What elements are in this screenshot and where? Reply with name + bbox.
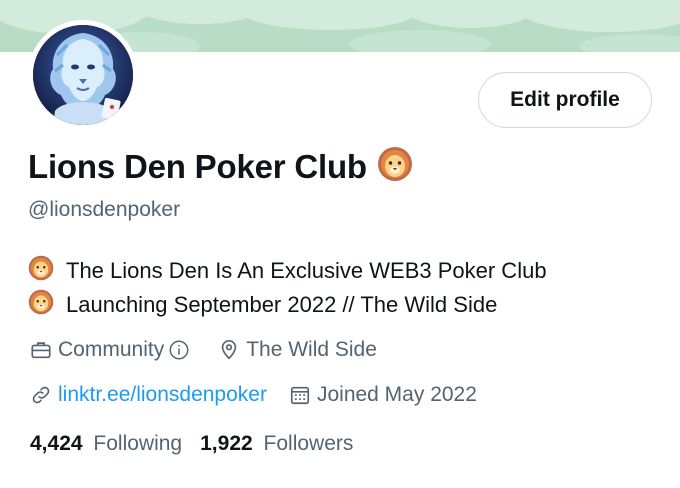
category-label: Community (58, 338, 165, 361)
bio-text: The Lions Den Is An Exclusive WEB3 Poker… (66, 258, 547, 283)
edit-profile-button[interactable]: Edit profile (478, 72, 652, 128)
profile-name-row: Lions Den Poker Club (28, 146, 413, 187)
bio-line: Launching September 2022 // The Wild Sid… (28, 288, 547, 322)
profile-meta-row: Community The Wild Side (30, 338, 399, 362)
following-label: Following (93, 432, 183, 455)
profile-meta-row: linktr.ee/lionsdenpoker Joined May 2022 (30, 383, 499, 407)
followers-label: Followers (263, 432, 354, 455)
link-icon (32, 386, 50, 404)
profile-bio: The Lions Den Is An Exclusive WEB3 Poker… (28, 254, 547, 322)
bio-text: Launching September 2022 // The Wild Sid… (66, 292, 498, 317)
website-item: linktr.ee/lionsdenpoker (30, 383, 267, 407)
lion-face-icon (28, 255, 54, 287)
joined-label: Joined May 2022 (316, 383, 477, 406)
lion-face-icon (28, 289, 54, 321)
avatar[interactable] (33, 25, 133, 125)
lion-face-icon (377, 146, 413, 187)
followers-link[interactable]: 1,922 Followers (200, 432, 353, 456)
profile-handle: @lionsdenpoker (28, 198, 181, 221)
display-name: Lions Den Poker Club (28, 147, 367, 185)
following-link[interactable]: 4,424 Following (30, 432, 182, 456)
lion-avatar-image (33, 25, 133, 125)
joined-item: Joined May 2022 (289, 383, 477, 407)
category-item: Community (30, 338, 196, 362)
calendar-icon (290, 386, 310, 405)
location-item: The Wild Side (218, 338, 377, 362)
info-icon[interactable] (168, 339, 190, 361)
followers-count: 1,922 (200, 432, 253, 455)
location-label: The Wild Side (246, 338, 377, 361)
profile-stats: 4,424 Following 1,922 Followers (30, 432, 371, 456)
location-pin-icon (221, 340, 237, 360)
following-count: 4,424 (30, 432, 83, 455)
website-link[interactable]: linktr.ee/lionsdenpoker (58, 383, 267, 407)
bio-line: The Lions Den Is An Exclusive WEB3 Poker… (28, 254, 547, 288)
briefcase-icon (31, 342, 51, 359)
avatar-frame (28, 20, 138, 130)
